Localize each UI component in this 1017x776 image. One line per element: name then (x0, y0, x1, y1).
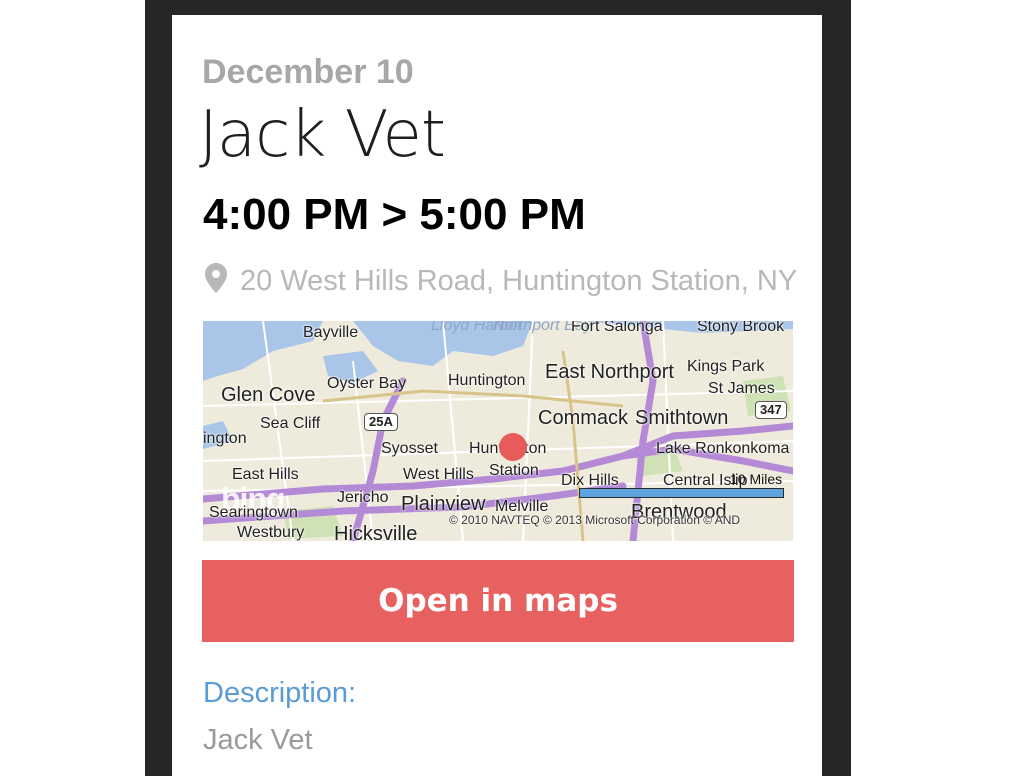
map-preview[interactable]: bing Bayville Lloyd Harbor Northport Bay… (203, 321, 793, 541)
location-marker (499, 433, 527, 461)
map-label: Station (489, 462, 539, 479)
map-label: Hicksville (334, 523, 418, 541)
description-value: Jack Vet (203, 724, 313, 756)
map-label: ington (203, 430, 247, 447)
map-label: Sea Cliff (260, 415, 321, 432)
map-label: East Hills (232, 466, 299, 483)
route-shield: 25A (364, 413, 398, 432)
map-label: Syosset (381, 440, 438, 457)
map-copyright: © 2010 NAVTEQ © 2013 Microsoft Corporati… (449, 513, 741, 527)
map-label: Searingtown (209, 504, 298, 521)
map-label: Stony Brook (697, 321, 785, 335)
map-label: East Northport (545, 361, 674, 383)
map-label: Fort Salonga (571, 321, 663, 335)
event-title: Jack Vet (199, 98, 446, 172)
map-label: Plainview (401, 493, 486, 515)
map-label: Oyster Bay (327, 375, 407, 392)
open-in-maps-button[interactable]: Open in maps (202, 560, 794, 642)
event-card: December 10 Jack Vet 4:00 PM > 5:00 PM 2… (172, 15, 822, 776)
map-label: St James (708, 380, 775, 397)
map-label: Westbury (237, 524, 305, 541)
map-label: Huntington (448, 372, 526, 389)
event-date: December 10 (202, 53, 414, 91)
map-scale-bar (579, 488, 784, 498)
map-label: West Hills (403, 466, 474, 483)
map-label: Dix Hills (561, 472, 619, 489)
map-label: Lake Ronkonkoma (656, 440, 790, 457)
map-label: Smithtown (635, 407, 729, 429)
map-label: Glen Cove (221, 384, 316, 406)
route-shield: 347 (755, 401, 787, 420)
event-address[interactable]: 20 West Hills Road, Huntington Station, … (240, 264, 800, 322)
event-time-range: 4:00 PM > 5:00 PM (203, 190, 586, 239)
map-label: Kings Park (687, 358, 765, 375)
map-scale-label: 10 Miles (730, 471, 783, 487)
map-label: Bayville (303, 324, 359, 341)
map-pin-icon (205, 263, 227, 293)
map-label: Jericho (337, 489, 389, 506)
description-label: Description: (203, 677, 357, 709)
map-label: Commack (538, 407, 629, 429)
